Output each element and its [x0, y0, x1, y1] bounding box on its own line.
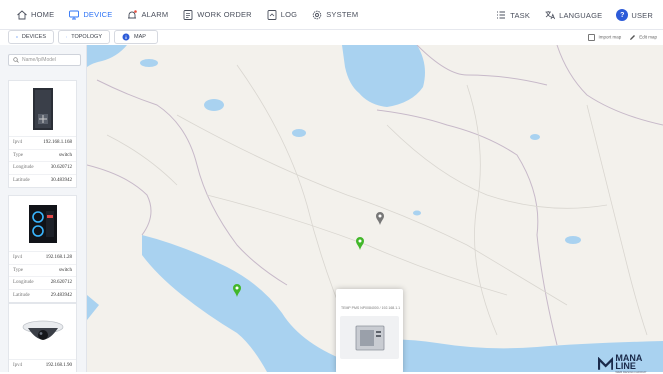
- device-sidebar: Name/Ip/Model Ipv4192.168.1.168 Typeswit…: [0, 45, 87, 372]
- device-image-camera: [9, 304, 76, 360]
- device-row: Latitude29.483942: [9, 290, 76, 303]
- edit-map-label: Edit map: [639, 34, 657, 39]
- top-navigation: HOME DEVICE ALARM WORK ORDER LOG SYSTEM …: [0, 0, 663, 30]
- logo-name: MANA LINE: [615, 354, 663, 370]
- nav-device[interactable]: DEVICE: [68, 9, 112, 21]
- pencil-icon: [629, 34, 636, 41]
- work-order-icon: [182, 9, 194, 21]
- task-list-icon: [495, 9, 507, 21]
- nav-alarm-label: ALARM: [141, 10, 168, 19]
- device-card[interactable]: Ipv4192.168.1.168 Typeswitch Longitude30…: [8, 80, 77, 188]
- view-tabs-bar: DEVICES TOPOLOGY MAP Import map Edit map: [0, 30, 663, 45]
- topology-icon: [66, 33, 67, 41]
- search-input[interactable]: Name/Ip/Model: [8, 54, 81, 66]
- logo-mark-icon: [598, 357, 613, 371]
- nav-system-label: SYSTEM: [326, 10, 358, 19]
- device-row: Latitude30.483942: [9, 175, 76, 188]
- edit-map-button[interactable]: Edit map: [629, 34, 657, 41]
- device-image-switch: [9, 81, 76, 137]
- popup-device-image: [340, 316, 399, 359]
- map-info-icon: [122, 33, 130, 41]
- tab-map[interactable]: MAP: [114, 30, 158, 44]
- import-map-button[interactable]: Import map: [588, 34, 621, 41]
- import-map-label: Import map: [598, 34, 621, 39]
- nav-log[interactable]: LOG: [266, 9, 297, 21]
- device-card[interactable]: Ipv4192.168.1.90: [8, 303, 77, 372]
- device-icon: [68, 9, 80, 21]
- devices-icon: [16, 33, 18, 41]
- device-row: Longitude28.620712: [9, 277, 76, 290]
- search-placeholder: Name/Ip/Model: [22, 57, 56, 63]
- tab-topology-label: TOPOLOGY: [71, 34, 102, 40]
- nav-home-label: HOME: [31, 10, 54, 19]
- device-row: Longitude30.620712: [9, 162, 76, 175]
- home-icon: [16, 9, 28, 21]
- popup-title: TEMP PMS NP0084000 / 192.168.1.1: [336, 289, 403, 310]
- brand-logo: MANA LINE WEB DESIGN GROUP: [598, 354, 663, 374]
- system-icon: [311, 9, 323, 21]
- nav-system[interactable]: SYSTEM: [311, 9, 358, 21]
- nav-user-label: USER: [631, 11, 653, 20]
- user-avatar-icon: ?: [616, 9, 628, 21]
- import-icon: [588, 34, 595, 41]
- nav-work-order-label: WORK ORDER: [197, 10, 252, 19]
- tab-map-label: MAP: [134, 34, 146, 40]
- nav-alarm[interactable]: ALARM: [126, 9, 168, 21]
- alarm-icon: [126, 9, 138, 21]
- device-row: Typeswitch: [9, 265, 76, 278]
- device-row: Typeswitch: [9, 150, 76, 163]
- nav-log-label: LOG: [281, 10, 297, 19]
- top-right-actions: TASK LANGUAGE ? USER: [495, 0, 653, 30]
- search-icon: [13, 57, 19, 63]
- nav-work-order[interactable]: WORK ORDER: [182, 9, 252, 21]
- nav-language[interactable]: LANGUAGE: [544, 9, 602, 21]
- nav-language-label: LANGUAGE: [559, 11, 602, 20]
- nav-device-label: DEVICE: [83, 10, 112, 19]
- map-tools: Import map Edit map: [588, 30, 657, 44]
- device-row: Ipv4192.168.1.168: [9, 137, 76, 150]
- nav-task-label: TASK: [510, 11, 530, 20]
- tab-devices[interactable]: DEVICES: [8, 30, 54, 44]
- logo-subtitle: WEB DESIGN GROUP: [615, 370, 663, 374]
- log-icon: [266, 9, 278, 21]
- tab-topology[interactable]: TOPOLOGY: [58, 30, 110, 44]
- tab-devices-label: DEVICES: [22, 34, 46, 40]
- nav-task[interactable]: TASK: [495, 9, 530, 21]
- nav-home[interactable]: HOME: [16, 9, 54, 21]
- map-canvas[interactable]: TEMP PMS NP0084000 / 192.168.1.1: [87, 45, 663, 372]
- nav-user[interactable]: ? USER: [616, 9, 653, 21]
- language-icon: [544, 9, 556, 21]
- device-card[interactable]: Ipv4192.168.1.28 Typeswitch Longitude28.…: [8, 195, 77, 303]
- device-row: Ipv4192.168.1.90: [9, 360, 76, 372]
- device-image-pc: [9, 196, 76, 252]
- device-row: Ipv4192.168.1.28: [9, 252, 76, 265]
- device-popup[interactable]: TEMP PMS NP0084000 / 192.168.1.1: [336, 289, 403, 372]
